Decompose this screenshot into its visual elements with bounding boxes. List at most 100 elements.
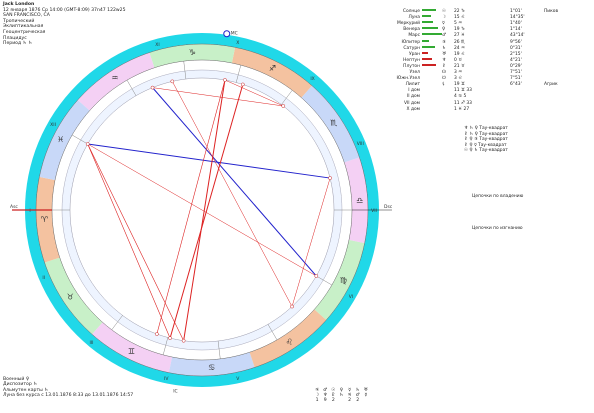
house-label: VI [349, 294, 353, 300]
house-label: VIII [357, 141, 364, 147]
planet-glyph: ♀ [442, 27, 446, 33]
planet-row[interactable]: Уран ♅ 19 ♌ 2°15' [376, 51, 594, 58]
planet-orb: 1°14' [510, 27, 522, 33]
planet-position: 3 ♌ [454, 76, 463, 82]
planet-strength-bar [422, 51, 428, 54]
planet-orb: 7°51' [510, 76, 522, 82]
planet-orb: 43°14' [510, 33, 525, 39]
planet-position: 11 ♊ 33 [454, 88, 472, 94]
house-label: III [89, 340, 93, 346]
planet-orb: 7°51' [510, 70, 522, 75]
house-label: IX [310, 76, 314, 82]
planet-position: 19 ♑ [454, 27, 465, 33]
planet-glyph: ☊ [442, 70, 446, 75]
zodiac-glyph: ♋ [208, 363, 215, 372]
planet-marker [170, 79, 175, 84]
planet-strength-bar [422, 39, 429, 42]
planet-position: 19 ♌ [454, 51, 465, 57]
zodiac-glyph: ♉ [67, 293, 74, 302]
planet-marker [181, 338, 186, 343]
aspect-configurations: ♆ ♄ ♀ Тау-квадрат ♇ ♄ ♀ Тау-квадрат ♇ ♀ ♃ … [464, 126, 523, 231]
zodiac-glyph: ♎ [356, 196, 363, 205]
planet-name: Солнце [402, 9, 420, 14]
mc-marker [223, 30, 231, 38]
planet-position: 11 ♐ 33 [454, 100, 472, 106]
dispositor-cell: 2 [348, 398, 352, 403]
chart-footer: Военный ♀ Диспозитор ♄ Альмутен карты ♄ … [3, 377, 133, 399]
planet-name: Узел [409, 70, 420, 75]
chain-title: Цепочки по изгнанию [472, 225, 523, 231]
planet-strength-bar [422, 27, 438, 30]
planet-glyph: ♄ [442, 45, 446, 51]
planet-marker [281, 104, 286, 108]
planet-name: VII дом [403, 100, 420, 106]
planet-marker [155, 332, 159, 336]
planet-orb: 4°21' [510, 57, 522, 63]
planet-row[interactable]: Сатурн ♄ 24 ♒ 0°31' [376, 45, 594, 52]
planet-row[interactable]: X дом 1 ♓ 27 [376, 107, 594, 113]
planet-marker [290, 304, 294, 309]
planet-orb: 6°43' [510, 82, 522, 88]
zodiac-glyph: ♊ [128, 347, 135, 356]
planet-orb: 9°56' [510, 39, 522, 45]
planet-glyph: ♃ [442, 39, 446, 45]
planet-marker [328, 176, 332, 180]
planet-orb: 1°40' [510, 21, 522, 27]
footer-void-moon: Луна без курса с 13.01.1876 8:33 до 13.0… [3, 393, 134, 399]
house-label: X [236, 40, 239, 46]
dsc-label: Dsc [384, 204, 393, 210]
planet-position: 24 ♒ [454, 45, 465, 51]
planet-name: Венера [403, 27, 420, 33]
zodiac-glyph: ♌ [286, 337, 293, 346]
planet-position: 15 ♌ [454, 15, 465, 21]
mc-label: MC [231, 31, 238, 37]
planet-name: Юпитер [401, 39, 420, 45]
planet-note: Агрик [544, 82, 558, 88]
dispositor-cell: 2 [331, 398, 335, 403]
planet-note: Пиков [544, 9, 559, 14]
planet-position: 1 ♓ 27 [454, 106, 470, 112]
house-label: XII [50, 122, 56, 128]
ic-label: IC [173, 388, 177, 394]
planet-orb: 0°29' [510, 63, 522, 69]
planet-position: 4 ♋ 5 [454, 94, 467, 100]
planet-marker [314, 274, 319, 278]
planet-row[interactable]: Плутон ♇ 21 ♉ 0°29' [376, 63, 594, 70]
house-label: I [29, 208, 30, 214]
planet-position: 5 ♒ [454, 21, 463, 27]
planet-glyph: ☋ [442, 76, 446, 82]
planet-position: 27 ♓ [454, 33, 465, 39]
planet-marker [85, 142, 90, 146]
planet-position: 0 ♉ [454, 57, 463, 63]
zodiac-glyph: ♈ [41, 215, 48, 224]
planet-row[interactable]: Нептун ♆ 0 ♉ 4°21' [376, 57, 594, 64]
house-label: XI [155, 42, 159, 48]
planet-row[interactable]: VII дом 11 ♐ 33 [376, 101, 594, 107]
planet-glyph: ♇ [442, 63, 446, 69]
planet-glyph: ♅ [442, 51, 446, 57]
planet-strength-bar [422, 21, 433, 24]
planet-strength-bar [422, 9, 436, 11]
planet-row[interactable]: II дом 4 ♋ 5 [376, 94, 594, 100]
planet-glyph: ⚸ [442, 82, 446, 88]
chain-title: Цепочки по владению [472, 193, 524, 199]
planet-name: Нептун [403, 57, 420, 63]
planet-marker [150, 85, 155, 90]
planet-name: II дом [406, 94, 420, 100]
planet-strength-bar [422, 63, 436, 66]
planet-strength-bar [422, 45, 435, 48]
dispositor-cell: 2 [356, 398, 360, 403]
planet-marker [168, 336, 172, 340]
planet-marker [223, 78, 227, 82]
planet-glyph: ☽ [442, 15, 446, 21]
asc-label: Asc [10, 204, 18, 210]
planet-orb: 1°01' [510, 9, 522, 14]
planet-strength-bar [422, 15, 431, 18]
planet-row[interactable]: Юпитер ♃ 26 ♏ 9°56' [376, 39, 594, 46]
planet-orb: 2°15' [510, 51, 522, 57]
planet-name: Южн.Узел [396, 76, 420, 82]
planet-marker [240, 82, 245, 87]
planet-row[interactable]: Марс ♂ 27 ♓ 43°14' [376, 33, 594, 39]
zodiac-glyph: ♑ [189, 48, 196, 57]
zodiac-glyph: ♒ [111, 74, 118, 83]
